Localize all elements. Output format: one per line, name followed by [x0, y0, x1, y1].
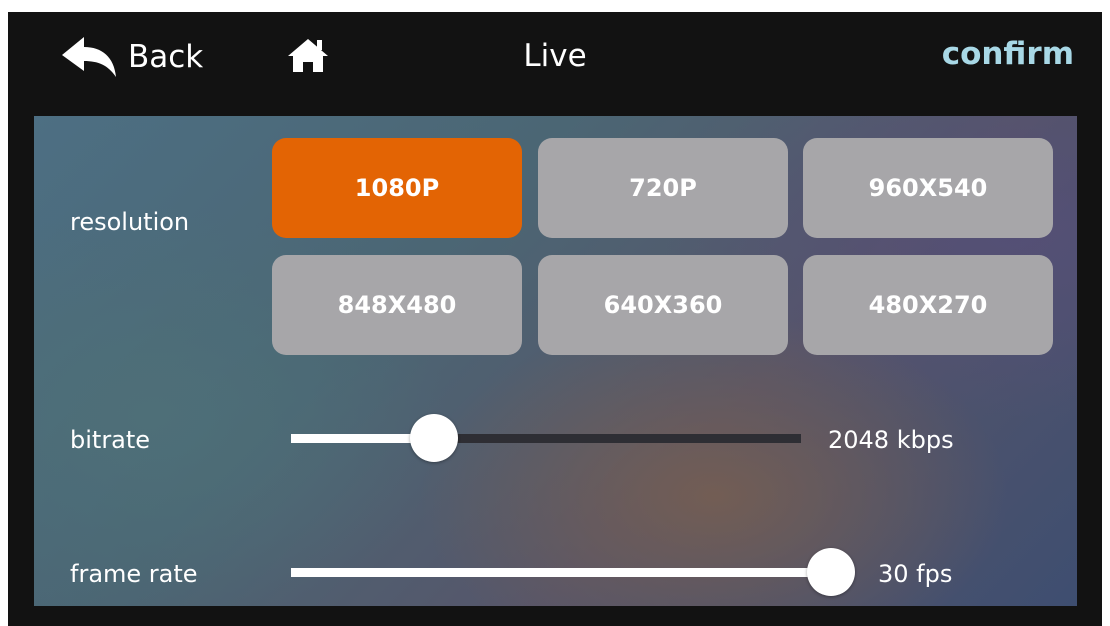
bitrate-value: 2048 kbps: [828, 426, 954, 454]
resolution-option-640x360[interactable]: 640X360: [538, 255, 788, 355]
bitrate-label: bitrate: [70, 426, 151, 454]
bitrate-slider[interactable]: [291, 414, 801, 462]
settings-panel: resolution 1080P 720P 960X540 848X480 64…: [34, 116, 1077, 606]
resolution-option-480x270[interactable]: 480X270: [803, 255, 1053, 355]
frame-rate-label: frame rate: [70, 560, 198, 588]
frame-rate-value: 30 fps: [878, 560, 953, 588]
bitrate-slider-thumb[interactable]: [410, 414, 458, 462]
device-screen: Back Live confirm resolution 1080P 720P …: [8, 12, 1102, 626]
resolution-label: resolution: [70, 208, 190, 236]
frame-rate-slider-fill: [291, 568, 831, 577]
frame-rate-slider-thumb[interactable]: [807, 548, 855, 596]
confirm-button[interactable]: confirm: [942, 36, 1074, 72]
frame-rate-slider[interactable]: [291, 548, 855, 596]
resolution-option-960x540[interactable]: 960X540: [803, 138, 1053, 238]
resolution-option-1080p[interactable]: 1080P: [272, 138, 522, 238]
page-title: Live: [523, 38, 587, 74]
top-bar: Back Live confirm: [8, 12, 1102, 108]
resolution-option-848x480[interactable]: 848X480: [272, 255, 522, 355]
resolution-option-720p[interactable]: 720P: [538, 138, 788, 238]
